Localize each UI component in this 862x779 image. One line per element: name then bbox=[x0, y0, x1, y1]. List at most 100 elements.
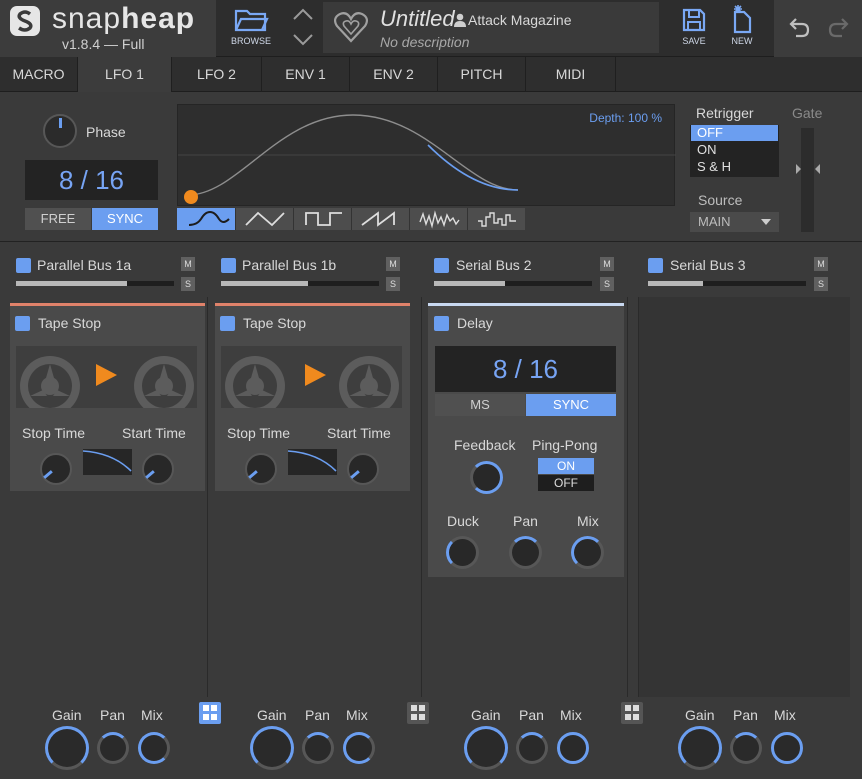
tape-stop-module-1: Tape Stop Stop Time Start Time bbox=[10, 303, 205, 491]
bus-3-level-slider[interactable] bbox=[648, 281, 806, 286]
bus-link-2-button[interactable] bbox=[407, 702, 429, 724]
lfo-waveform-display[interactable]: Depth: 100 % bbox=[177, 104, 676, 206]
preset-next-button[interactable] bbox=[291, 32, 315, 53]
preset-prev-button[interactable] bbox=[291, 6, 315, 27]
favorite-heart-icon[interactable] bbox=[333, 10, 369, 49]
bus-2-solo-button[interactable]: S bbox=[600, 277, 614, 291]
bus-1b-solo-button[interactable]: S bbox=[386, 277, 400, 291]
redo-icon bbox=[828, 18, 849, 38]
bus-3-pan-knob[interactable] bbox=[730, 732, 762, 764]
feedback-knob[interactable] bbox=[470, 461, 503, 494]
start-time-knob-2[interactable] bbox=[347, 453, 379, 485]
bus-1a-mix-knob[interactable] bbox=[138, 732, 170, 764]
bus-1a-level-slider[interactable] bbox=[16, 281, 174, 286]
bus-3-enable-checkbox[interactable] bbox=[648, 258, 663, 273]
save-button[interactable]: SAVE bbox=[672, 6, 716, 46]
source-dropdown[interactable]: MAIN bbox=[690, 212, 779, 232]
browse-button[interactable]: BROWSE bbox=[226, 6, 276, 46]
retrigger-option-sh[interactable]: S & H bbox=[691, 159, 778, 175]
bus-3-solo-button[interactable]: S bbox=[814, 277, 828, 291]
bus-1a-gain-knob[interactable] bbox=[45, 726, 89, 770]
retrigger-option-off[interactable]: OFF bbox=[691, 125, 778, 141]
new-button[interactable]: NEW bbox=[720, 4, 764, 46]
delay-ms-button[interactable]: MS bbox=[435, 394, 525, 416]
gate-slider-handle-icon bbox=[796, 164, 820, 174]
bus-1b-enable-checkbox[interactable] bbox=[221, 258, 236, 273]
gate-slider[interactable] bbox=[796, 128, 820, 232]
preset-description[interactable]: No description bbox=[380, 34, 470, 50]
lfo-depth-label[interactable]: Depth: 100 % bbox=[589, 111, 662, 125]
tab-pitch[interactable]: PITCH bbox=[438, 57, 526, 92]
undo-button[interactable] bbox=[786, 14, 812, 45]
phase-knob[interactable] bbox=[43, 114, 77, 148]
bus-2-pan-knob[interactable] bbox=[516, 732, 548, 764]
tab-env-1[interactable]: ENV 1 bbox=[262, 57, 350, 92]
delay-pan-label: Pan bbox=[513, 513, 538, 529]
bus-link-3-button[interactable] bbox=[621, 702, 643, 724]
delay-module: Delay 8 / 16 MS SYNC Feedback Ping-Pong … bbox=[428, 303, 624, 577]
tab-lfo-2[interactable]: LFO 2 bbox=[172, 57, 262, 92]
bus-2-mix-knob[interactable] bbox=[557, 732, 589, 764]
bus-1b-pan-knob[interactable] bbox=[302, 732, 334, 764]
lfo-sync-button[interactable]: SYNC bbox=[92, 208, 158, 230]
shape-noise-icon[interactable] bbox=[409, 208, 467, 230]
shape-steps-icon[interactable] bbox=[467, 208, 525, 230]
stop-time-label-2: Stop Time bbox=[227, 425, 291, 441]
tape-reels-graphic bbox=[16, 346, 197, 416]
retrigger-option-on[interactable]: ON bbox=[691, 142, 778, 158]
bus-1b-pan-label: Pan bbox=[305, 707, 330, 723]
bus-1b-gain-knob[interactable] bbox=[250, 726, 294, 770]
bus-3-mix-label: Mix bbox=[774, 707, 796, 723]
duck-knob[interactable] bbox=[446, 536, 479, 569]
bus-3-mute-button[interactable]: M bbox=[814, 257, 828, 271]
delay-sync-button[interactable]: SYNC bbox=[526, 394, 616, 416]
preset-title[interactable]: Untitled bbox=[380, 6, 455, 32]
redo-button[interactable] bbox=[826, 14, 852, 45]
tab-macro[interactable]: MACRO bbox=[0, 57, 78, 92]
bus-1b-mute-button[interactable]: M bbox=[386, 257, 400, 271]
tape-stop-1-enable-checkbox[interactable] bbox=[15, 316, 30, 331]
bus-1a-mute-button[interactable]: M bbox=[181, 257, 195, 271]
stop-time-knob-2[interactable] bbox=[245, 453, 277, 485]
bus-1b-mix-knob[interactable] bbox=[343, 732, 375, 764]
bus-1a-solo-button[interactable]: S bbox=[181, 277, 195, 291]
stop-time-knob[interactable] bbox=[40, 453, 72, 485]
bus-2-level-slider[interactable] bbox=[434, 281, 592, 286]
lfo-free-button[interactable]: FREE bbox=[25, 208, 91, 230]
shape-square-icon[interactable] bbox=[293, 208, 351, 230]
shape-triangle-icon[interactable] bbox=[235, 208, 293, 230]
shape-sine-icon[interactable] bbox=[177, 208, 235, 230]
ping-pong-off-option[interactable]: OFF bbox=[538, 475, 594, 491]
tape-curve-display[interactable] bbox=[82, 449, 132, 475]
tab-env-2[interactable]: ENV 2 bbox=[350, 57, 438, 92]
bus-2-gain-knob[interactable] bbox=[464, 726, 508, 770]
feedback-label: Feedback bbox=[454, 437, 516, 453]
tape-stop-2-enable-checkbox[interactable] bbox=[220, 316, 235, 331]
delay-mix-label: Mix bbox=[577, 513, 599, 529]
bus-link-1-button[interactable] bbox=[199, 702, 221, 724]
chevron-up-icon bbox=[293, 8, 313, 20]
snapheap-logo-icon bbox=[10, 6, 40, 36]
phase-label: Phase bbox=[86, 124, 126, 140]
tape-stop-module-2: Tape Stop Stop Time Start Time bbox=[215, 303, 410, 491]
bus-3-mix-knob[interactable] bbox=[771, 732, 803, 764]
bus-1a-pan-knob[interactable] bbox=[97, 732, 129, 764]
save-icon bbox=[682, 8, 706, 32]
delay-rate-display[interactable]: 8 / 16 bbox=[435, 346, 616, 392]
delay-enable-checkbox[interactable] bbox=[434, 316, 449, 331]
bus-2-enable-checkbox[interactable] bbox=[434, 258, 449, 273]
shape-saw-icon[interactable] bbox=[351, 208, 409, 230]
bus-2-mute-button[interactable]: M bbox=[600, 257, 614, 271]
delay-pan-knob[interactable] bbox=[509, 536, 542, 569]
delay-mix-knob[interactable] bbox=[571, 536, 604, 569]
app-name: snapheap bbox=[52, 2, 196, 35]
tab-lfo-1[interactable]: LFO 1 bbox=[78, 57, 172, 92]
bus-1b-level-slider[interactable] bbox=[221, 281, 379, 286]
tape-curve-display-2[interactable] bbox=[287, 449, 337, 475]
bus-1a-enable-checkbox[interactable] bbox=[16, 258, 31, 273]
bus-3-gain-knob[interactable] bbox=[678, 726, 722, 770]
tab-midi[interactable]: MIDI bbox=[526, 57, 616, 92]
start-time-knob[interactable] bbox=[142, 453, 174, 485]
lfo-rate-display[interactable]: 8 / 16 bbox=[25, 160, 158, 200]
ping-pong-on-option[interactable]: ON bbox=[538, 458, 594, 474]
